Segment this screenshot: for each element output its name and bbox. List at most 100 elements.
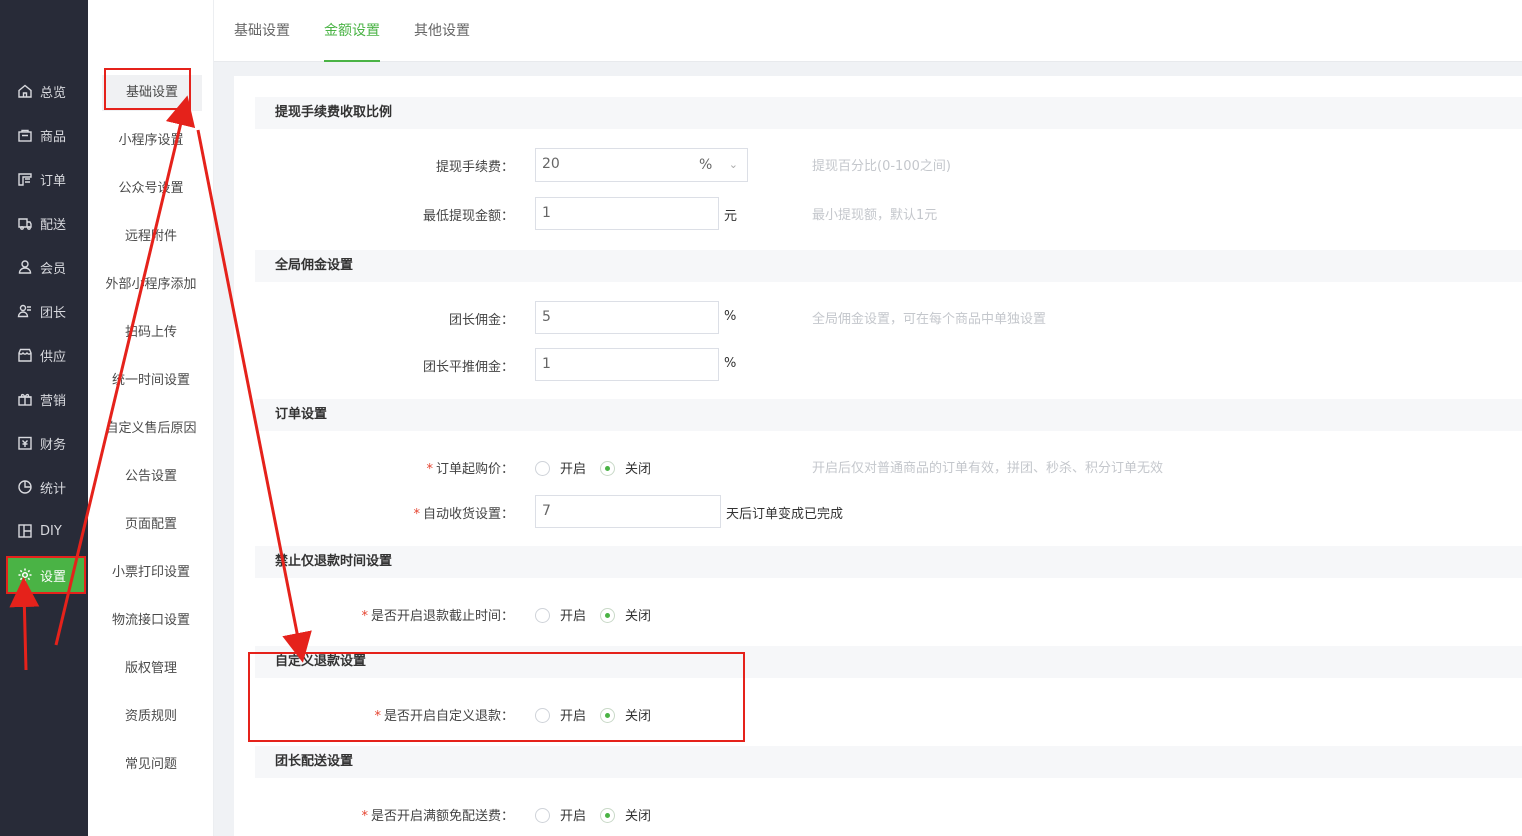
sidebar-item-label: 设置	[40, 569, 67, 585]
field-unit: 天后订单变成已完成	[726, 507, 844, 522]
sidebar-item-goods[interactable]: 商品	[8, 117, 86, 153]
tab-other[interactable]: 其他设置	[414, 0, 470, 62]
sidebar-item-label: 统计	[40, 481, 67, 497]
field-label-text: 自动收货设置：	[422, 507, 514, 522]
submenu-item[interactable]: 基础设置	[102, 75, 202, 111]
submenu-item[interactable]: 版权管理	[88, 651, 214, 687]
push-commission-input[interactable]: 1	[535, 348, 719, 381]
sidebar-item-label: 总览	[40, 85, 67, 101]
tab-basic[interactable]: 基础设置	[234, 0, 290, 62]
sidebar-item-label: DIY	[40, 523, 62, 539]
submenu-item[interactable]: 扫码上传	[88, 315, 214, 351]
submenu-item[interactable]: 资质规则	[88, 699, 214, 735]
field-label: 最低提现金额：	[422, 209, 514, 224]
refund-deadline-off-radio[interactable]	[600, 608, 615, 623]
radio-label[interactable]: 开启	[560, 605, 586, 624]
sidebar-item-marketing[interactable]: 营销	[8, 381, 86, 417]
leader-commission-input[interactable]: 5	[535, 301, 719, 334]
field-label: * 是否开启自定义退款：	[374, 709, 514, 724]
sidebar-item-supply[interactable]: 供应	[8, 337, 86, 373]
section-header: 禁止仅退款时间设置	[255, 546, 1522, 578]
field-label-text: 是否开启退款截止时间：	[370, 609, 514, 624]
sidebar-item-leader[interactable]: 团长	[8, 293, 86, 329]
select-value: %	[699, 157, 713, 173]
field-label: 提现手续费：	[435, 160, 514, 175]
field-hint: 开启后仅对普通商品的订单有效，拼团、秒杀、积分订单无效	[812, 461, 1164, 476]
min-buy-on-radio[interactable]	[535, 461, 550, 476]
free-delivery-on-radio[interactable]	[535, 808, 550, 823]
sidebar-item-label: 商品	[40, 129, 67, 145]
field-label-text: 是否开启满额免配送费：	[370, 809, 514, 824]
custom-refund-on-radio[interactable]	[535, 708, 550, 723]
radio-label[interactable]: 关闭	[625, 605, 651, 624]
field-label-text: 订单起购价：	[435, 462, 514, 477]
min-buy-off-radio[interactable]	[600, 461, 615, 476]
submenu-item[interactable]: 统一时间设置	[88, 363, 214, 399]
field-label-text: 是否开启自定义退款：	[383, 709, 514, 724]
fee-unit-select[interactable]: % ⌄	[687, 148, 748, 182]
submenu-item[interactable]: 小程序设置	[88, 123, 214, 159]
radio-label[interactable]: 关闭	[625, 705, 651, 724]
sidebar-item-orders[interactable]: 订单	[8, 161, 86, 197]
section-header: 自定义退款设置	[255, 646, 1522, 678]
radio-label[interactable]: 开启	[560, 805, 586, 824]
sidebar-item-label: 财务	[40, 437, 67, 453]
radio-label[interactable]: 开启	[560, 705, 586, 724]
chevron-down-icon: ⌄	[728, 158, 738, 171]
sidebar-item-finance[interactable]: 财务	[8, 425, 86, 461]
sidebar-item-members[interactable]: 会员	[8, 249, 86, 285]
finance-icon	[17, 435, 33, 451]
submenu-item[interactable]: 页面配置	[88, 507, 214, 543]
submenu-item[interactable]: 外部小程序添加	[88, 267, 214, 303]
sidebar-item-label: 供应	[40, 349, 67, 365]
field-label: * 是否开启满额免配送费：	[361, 809, 514, 824]
sidebar-item-label: 团长	[40, 305, 67, 321]
truck-icon	[17, 215, 33, 231]
submenu-item[interactable]: 公众号设置	[88, 171, 214, 207]
sidebar-item-settings[interactable]: 设置	[8, 557, 86, 593]
layout-icon	[17, 523, 33, 539]
gift-icon	[17, 391, 33, 407]
auto-receive-input[interactable]: 7	[535, 495, 721, 528]
sidebar-item-label: 配送	[40, 217, 67, 233]
submenu-item[interactable]: 公告设置	[88, 459, 214, 495]
submenu-item[interactable]: 物流接口设置	[88, 603, 214, 639]
sidebar-item-stats[interactable]: 统计	[8, 469, 86, 505]
submenu-item[interactable]: 常见问题	[88, 747, 214, 783]
field-hint: 最小提现额，默认1元	[812, 208, 938, 223]
submenu-item[interactable]: 小票打印设置	[88, 555, 214, 591]
submenu-item[interactable]: 远程附件	[88, 219, 214, 255]
tab-amount[interactable]: 金额设置	[324, 0, 380, 62]
radio-label[interactable]: 关闭	[625, 805, 651, 824]
main-sidebar: 总览 商品 订单 配送 会员 团长 供应 营销 财务 统计 DIY 设置	[0, 0, 88, 836]
user-icon	[17, 259, 33, 275]
sidebar-item-delivery[interactable]: 配送	[8, 205, 86, 241]
pie-icon	[17, 479, 33, 495]
field-label: 团长平推佣金：	[422, 360, 514, 375]
section-header: 订单设置	[255, 399, 1522, 431]
radio-label[interactable]: 开启	[560, 458, 586, 477]
sidebar-item-label: 会员	[40, 261, 67, 277]
sidebar-item-label: 营销	[40, 393, 67, 409]
field-unit: 元	[724, 209, 738, 224]
refund-deadline-on-radio[interactable]	[535, 608, 550, 623]
settings-submenu: 基础设置 小程序设置 公众号设置 远程附件 外部小程序添加 扫码上传 统一时间设…	[88, 0, 214, 836]
custom-refund-off-radio[interactable]	[600, 708, 615, 723]
field-hint: 全局佣金设置，可在每个商品中单独设置	[812, 312, 1047, 327]
field-unit: %	[724, 356, 737, 371]
field-label: * 自动收货设置：	[413, 507, 514, 522]
radio-label[interactable]: 关闭	[625, 458, 651, 477]
gear-icon	[17, 567, 33, 583]
free-delivery-off-radio[interactable]	[600, 808, 615, 823]
home-icon	[17, 83, 33, 99]
settings-tabbar: 基础设置 金额设置 其他设置	[214, 0, 1522, 62]
field-unit: %	[724, 309, 737, 324]
sidebar-item-diy[interactable]: DIY	[8, 513, 86, 549]
sidebar-item-overview[interactable]: 总览	[8, 73, 86, 109]
section-header: 团长配送设置	[255, 746, 1522, 778]
bag-icon	[17, 127, 33, 143]
withdraw-fee-input[interactable]: 20	[535, 148, 688, 182]
submenu-item[interactable]: 自定义售后原因	[88, 411, 214, 447]
min-withdraw-input[interactable]: 1	[535, 197, 719, 230]
order-icon	[17, 171, 33, 187]
